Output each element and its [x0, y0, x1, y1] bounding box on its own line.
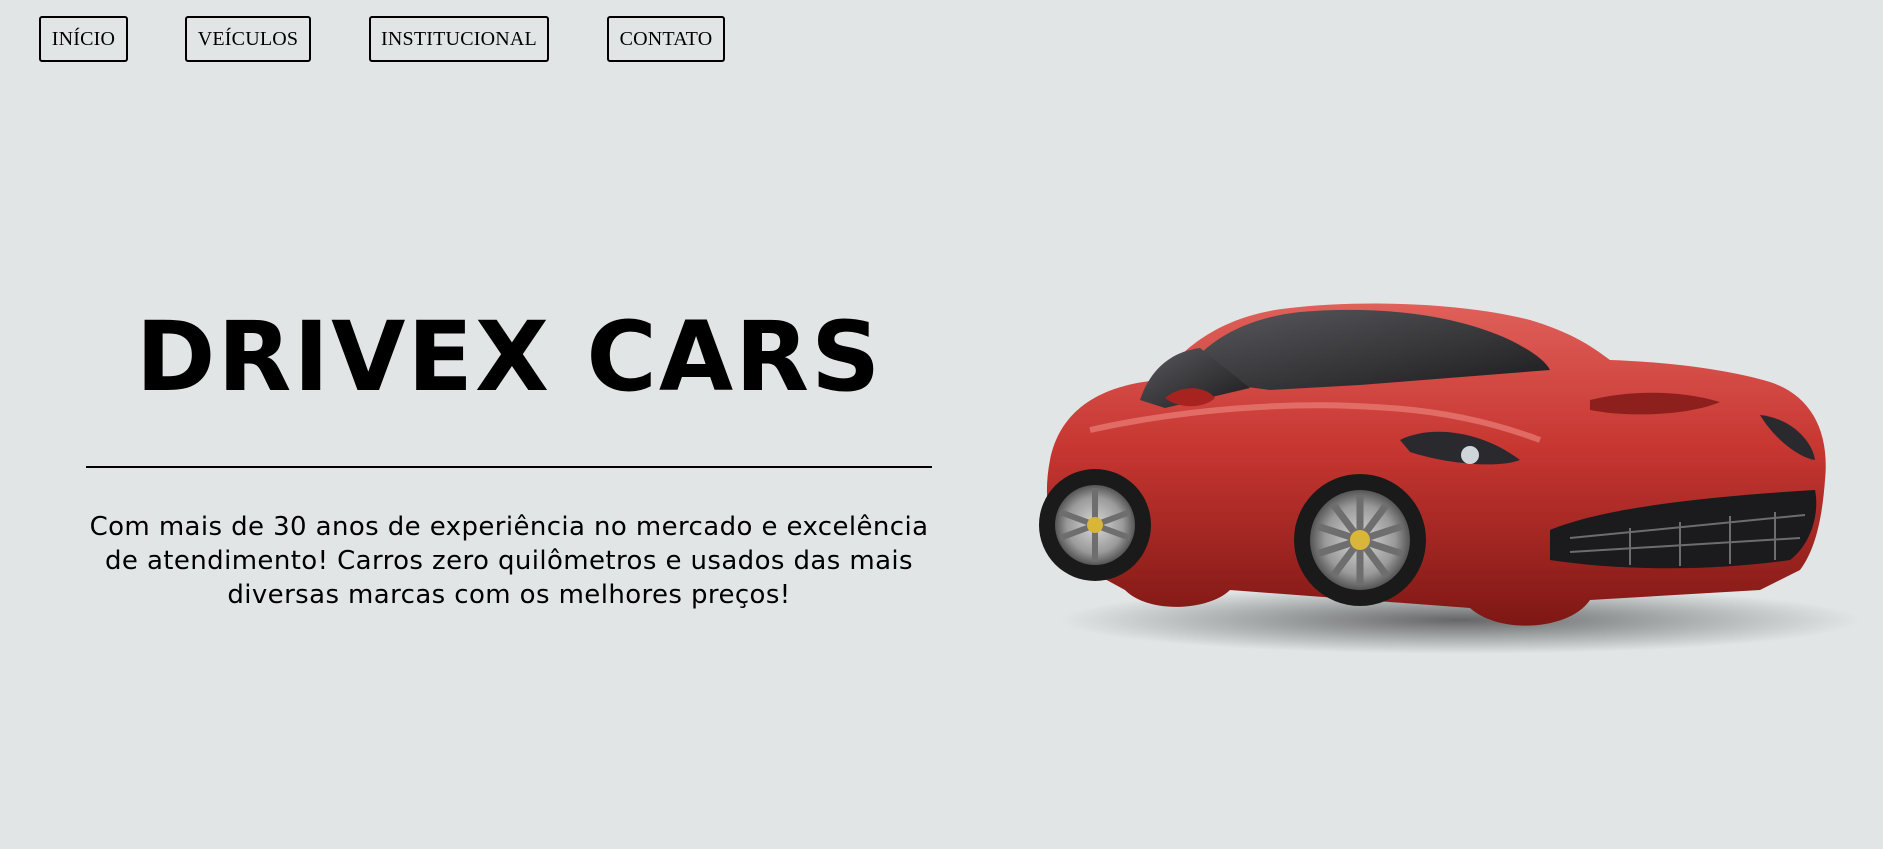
- hero-title: DRIVEX CARS: [135, 301, 883, 413]
- main-navigation: INÍCIO VEÍCULOS INSTITUCIONAL CONTATO: [0, 16, 1883, 66]
- hero-description: Com mais de 30 anos de experiência no me…: [89, 512, 929, 610]
- red-sports-car-image: [1039, 303, 1860, 654]
- nav-button-contato[interactable]: CONTATO: [607, 16, 725, 62]
- front-wheel: [1294, 474, 1426, 606]
- rear-wheel: [1039, 469, 1151, 581]
- nav-button-institucional[interactable]: INSTITUCIONAL: [369, 16, 549, 62]
- nav-button-inicio[interactable]: INÍCIO: [39, 16, 128, 62]
- nav-button-veiculos[interactable]: VEÍCULOS: [185, 16, 311, 62]
- hero-divider: [86, 466, 932, 468]
